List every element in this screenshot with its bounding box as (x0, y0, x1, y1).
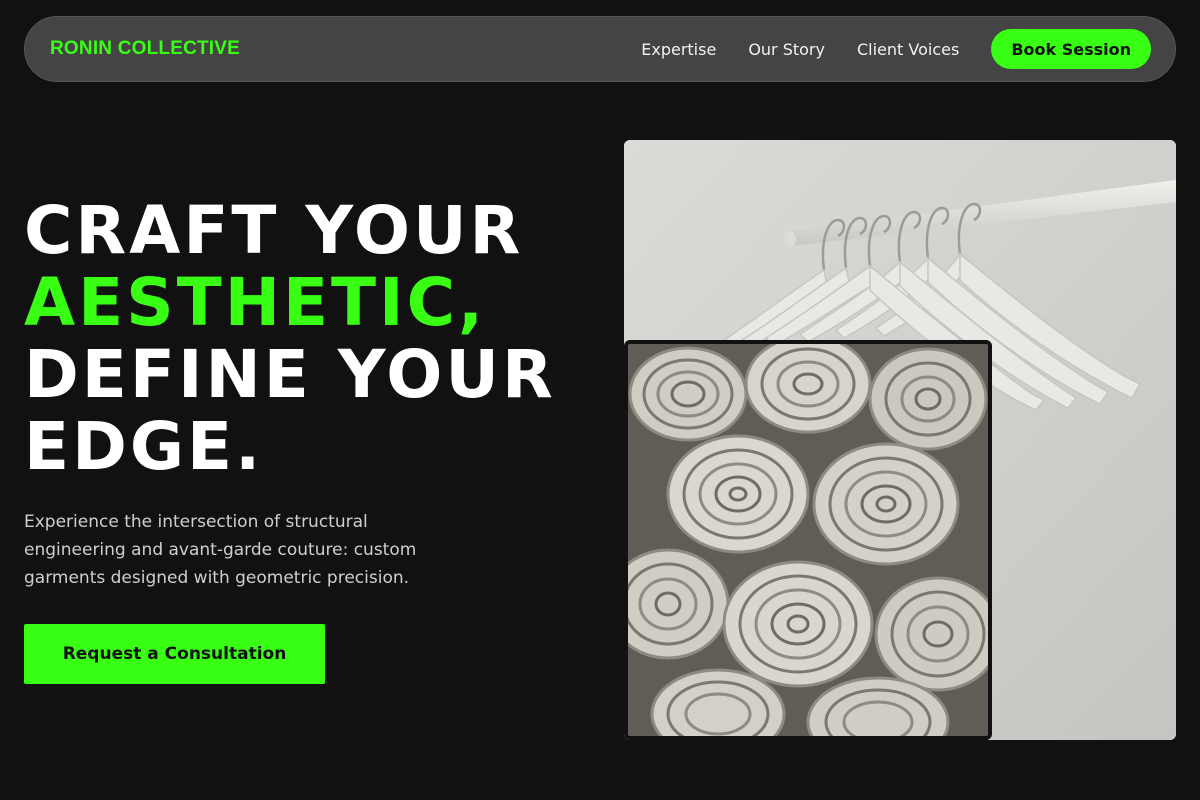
hero-title-line-3: DEFINE YOUR (24, 336, 556, 413)
nav-links: Expertise Our Story Client Voices Book S… (641, 29, 1151, 69)
brand-logo[interactable]: RONIN COLLECTIVE (50, 38, 240, 60)
top-nav: RONIN COLLECTIVE Expertise Our Story Cli… (24, 16, 1176, 82)
fabric-rolls-illustration (628, 344, 988, 736)
nav-link-our-story[interactable]: Our Story (748, 40, 825, 59)
nav-link-expertise[interactable]: Expertise (641, 40, 716, 59)
request-consultation-button[interactable]: Request a Consultation (24, 624, 325, 684)
hero-title: CRAFT YOUR AESTHETIC, DEFINE YOUR EDGE. (24, 195, 556, 483)
book-session-button[interactable]: Book Session (991, 29, 1151, 69)
fabric-rolls-image (624, 340, 992, 740)
hero-title-line-1: CRAFT YOUR (24, 192, 524, 269)
nav-link-client-voices[interactable]: Client Voices (857, 40, 959, 59)
hero-title-line-2: AESTHETIC, (24, 264, 487, 341)
hero-title-line-4: EDGE. (24, 408, 264, 485)
hero-description: Experience the intersection of structura… (24, 512, 417, 588)
